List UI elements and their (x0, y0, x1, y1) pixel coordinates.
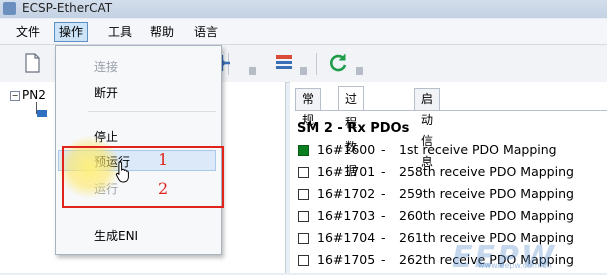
toolbar-dropdown-arrow[interactable] (300, 67, 307, 75)
pdo-index: 16#1705 (317, 252, 376, 267)
watermark-url: www.eepw.com.cn (478, 261, 552, 270)
tree-root-item[interactable]: − PN2 (10, 88, 46, 102)
pdo-index: 16#1704 (317, 230, 376, 245)
pdo-checkbox[interactable] (298, 211, 309, 222)
menu-separator (88, 111, 216, 112)
pdo-index: 16#1600 (317, 142, 376, 157)
annotation-box (62, 146, 224, 208)
pdo-name: 259th receive PDO Mapping (399, 186, 574, 201)
pdo-name: 1st receive PDO Mapping (399, 142, 557, 157)
title-bar: ECSP-EtherCAT (0, 0, 607, 18)
annotation-label-2: 2 (158, 179, 169, 198)
device-node-icon[interactable] (37, 110, 47, 117)
menu-file[interactable]: 文件 (12, 23, 44, 41)
menu-item-connect[interactable]: 连接 (94, 58, 118, 75)
tab-underline (295, 110, 607, 111)
refresh-icon[interactable] (326, 51, 350, 75)
menu-bar: 文件 操作 工具 帮助 语言 (0, 19, 607, 45)
new-file-icon[interactable] (20, 51, 44, 75)
annotation-label-1: 1 (158, 150, 169, 169)
pdo-row[interactable]: 16#1600-1st receive PDO Mapping (298, 140, 557, 160)
menu-help[interactable]: 帮助 (146, 23, 178, 41)
pdo-checkbox[interactable] (298, 145, 309, 156)
toolbar-dropdown-arrow[interactable] (356, 67, 363, 75)
toolbar-separator (316, 53, 317, 75)
pdo-index: 16#1702 (317, 186, 376, 201)
pdo-row[interactable]: 16#1702-259th receive PDO Mapping (298, 184, 574, 204)
menu-language[interactable]: 语言 (190, 23, 222, 41)
tree-root-label: PN2 (22, 88, 46, 102)
menu-item-generate-eni[interactable]: 生成ENI (94, 227, 138, 244)
pdo-checkbox[interactable] (298, 189, 309, 200)
pdo-name: 260th receive PDO Mapping (399, 208, 574, 223)
pdo-index: 16#1703 (317, 208, 376, 223)
menu-tools[interactable]: 工具 (104, 23, 136, 41)
window-title: ECSP-EtherCAT (22, 1, 113, 15)
tab-startup-info[interactable]: 启动信息 (414, 88, 441, 169)
pdo-name: 258th receive PDO Mapping (399, 164, 574, 179)
tab-process-data[interactable]: 过程数据 (338, 86, 365, 178)
tab-general[interactable]: 常规 (295, 88, 322, 127)
menu-operation[interactable]: 操作 (54, 22, 89, 42)
pdo-index: 16#1701 (317, 164, 376, 179)
pdo-checkbox[interactable] (298, 233, 309, 244)
pdo-checkbox[interactable] (298, 255, 309, 266)
collapse-icon[interactable]: − (10, 90, 20, 101)
pdo-checkbox[interactable] (298, 167, 309, 178)
app-icon (3, 2, 16, 15)
sm-title: SM 2 - Rx PDOs (297, 121, 410, 136)
pdo-row[interactable]: 16#1701-258th receive PDO Mapping (298, 162, 574, 182)
pdo-row[interactable]: 16#1703-260th receive PDO Mapping (298, 206, 574, 226)
toolbar-dropdown-arrow[interactable] (249, 67, 256, 75)
properties-pane: 常规 过程数据 启动信息 SM 2 - Rx PDOs 16#1600-1st … (290, 82, 607, 273)
config-list-icon[interactable] (272, 51, 296, 75)
hand-cursor-icon (115, 161, 129, 183)
menu-item-disconnect[interactable]: 断开 (94, 84, 118, 101)
